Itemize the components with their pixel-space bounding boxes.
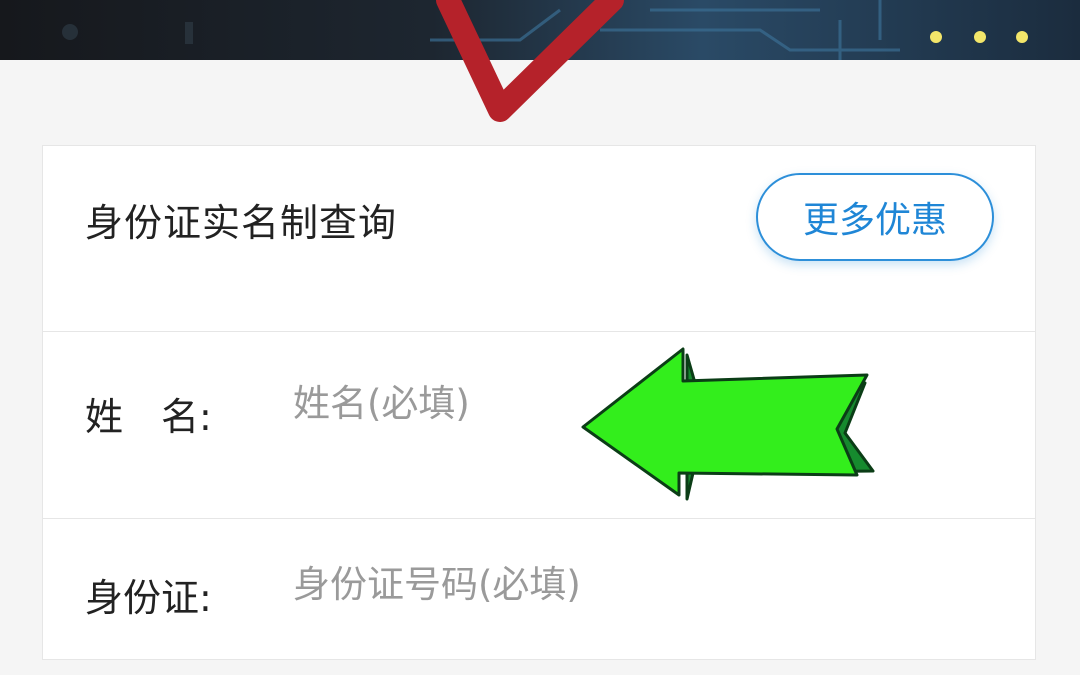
arrow-left-icon xyxy=(581,347,875,501)
page-title: 身份证实名制查询 xyxy=(85,201,398,245)
id-verification-card: 身份证实名制查询 更多优惠 姓 名: 身份证: xyxy=(42,145,1036,660)
id-number-input[interactable] xyxy=(293,563,893,606)
card-header: 身份证实名制查询 更多优惠 xyxy=(43,146,1035,332)
id-label: 身份证: xyxy=(85,576,212,620)
name-label: 姓 名: xyxy=(85,395,212,439)
banner-circuit-graphic xyxy=(62,0,1028,60)
more-offers-button[interactable]: 更多优惠 xyxy=(756,173,994,261)
banner-image xyxy=(0,0,1080,60)
name-row: 姓 名: xyxy=(43,332,1035,519)
id-row: 身份证: xyxy=(43,519,1035,660)
